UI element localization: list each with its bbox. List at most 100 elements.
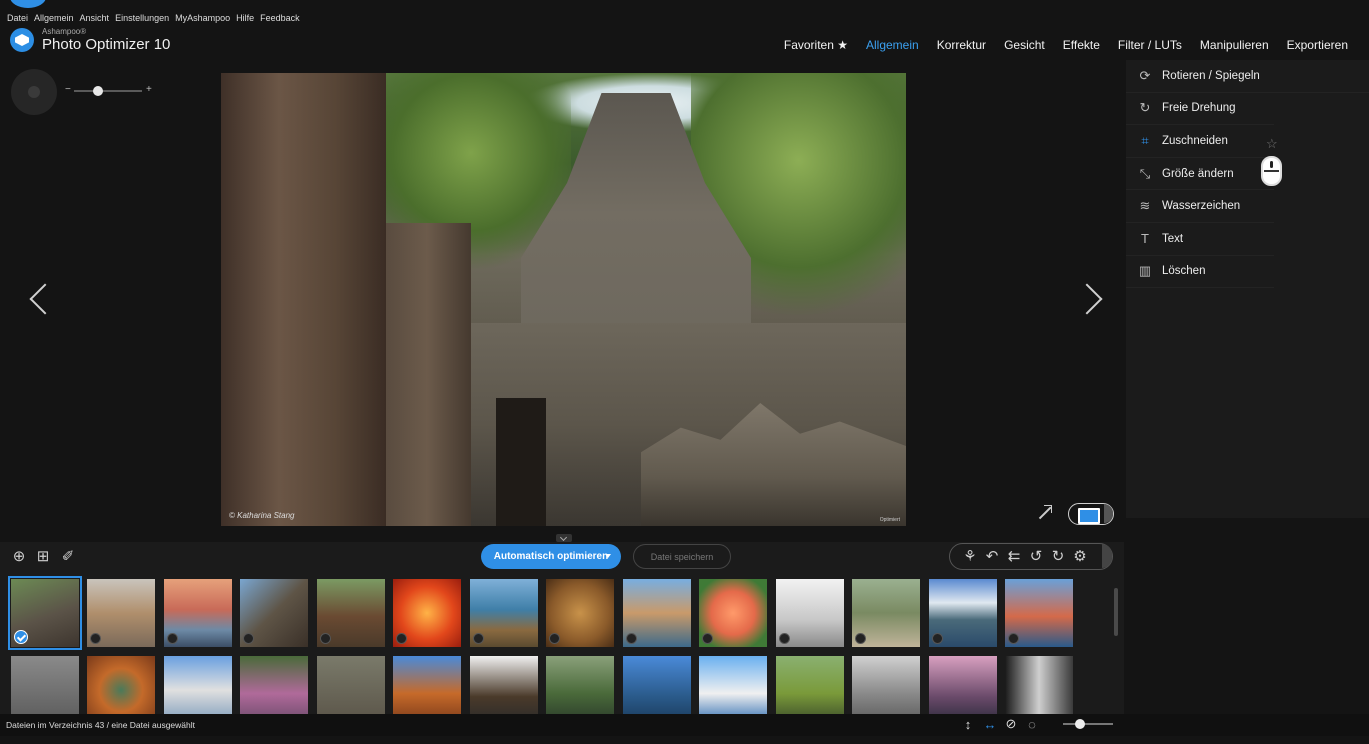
collapse-chevron-icon[interactable] [556, 534, 572, 542]
menu-feedback[interactable]: Feedback [260, 13, 300, 23]
menu-ansicht[interactable]: Ansicht [80, 13, 110, 23]
sidepanel-item-resize[interactable]: ⤡ Größe ändern [1126, 158, 1274, 191]
resize-icon: ⤡ [1139, 165, 1151, 181]
rotate-left-icon[interactable]: ↺ [1026, 546, 1046, 566]
select-circle-icon[interactable] [779, 633, 790, 644]
tab-gesicht[interactable]: Gesicht [1004, 38, 1045, 52]
select-circle-icon[interactable] [549, 633, 560, 644]
select-all-icon[interactable]: ⊘ [1003, 716, 1019, 732]
sidepanel-item-rotate-flip[interactable]: ⟳ Rotieren / Spiegeln [1126, 60, 1369, 93]
favorite-star-icon[interactable]: ☆ [1266, 136, 1278, 152]
zoom-in-icon[interactable]: + [146, 84, 152, 95]
tab-favoriten[interactable]: Favoriten ★ [784, 38, 848, 52]
thumbnail-strip [0, 572, 1124, 724]
thumbnail[interactable] [699, 579, 767, 647]
add-file-icon[interactable]: ⊕ [9, 546, 29, 566]
menu-bar: Datei Allgemein Ansicht Einstellungen My… [0, 10, 1369, 26]
tab-effekte[interactable]: Effekte [1063, 38, 1100, 52]
rotate-flip-icon: ⟳ [1139, 67, 1151, 83]
menu-allgemein[interactable]: Allgemein [34, 13, 74, 23]
thumbnail-size-knob[interactable] [1075, 719, 1085, 729]
magic-wand-icon[interactable]: ⚘ [960, 546, 980, 566]
delete-icon: ▥ [1138, 263, 1152, 279]
select-circle-icon[interactable] [702, 633, 713, 644]
horizontal-layout-icon[interactable]: ↔ [982, 716, 998, 732]
thumbnail[interactable] [470, 579, 538, 647]
menu-hilfe[interactable]: Hilfe [236, 13, 254, 23]
top-corner-decoration [10, 0, 46, 8]
zoom-out-icon[interactable]: − [65, 84, 71, 95]
undo-all-icon[interactable]: ⇇ [1004, 546, 1024, 566]
next-image-arrow-icon[interactable] [1082, 280, 1102, 316]
select-circle-icon[interactable] [473, 633, 484, 644]
brand-name: Ashampoo® [42, 27, 87, 36]
select-circle-icon[interactable] [1008, 633, 1019, 644]
brush-icon[interactable]: ✐ [58, 546, 78, 566]
thumbnail[interactable] [1005, 579, 1073, 647]
select-circle-icon[interactable] [167, 633, 178, 644]
thumbnail[interactable] [929, 579, 997, 647]
save-file-button[interactable]: Datei speichern [633, 544, 731, 569]
menu-einstellungen[interactable]: Einstellungen [115, 13, 169, 23]
rotate-right-icon[interactable]: ↻ [1048, 546, 1068, 566]
thumbnail[interactable] [852, 579, 920, 647]
previous-image-arrow-icon[interactable] [26, 280, 46, 316]
sidepanel-item-label: Größe ändern [1162, 167, 1234, 180]
thumbnail[interactable] [546, 579, 614, 647]
thumbnail[interactable] [317, 579, 385, 647]
settings-gear-icon[interactable]: ⚙ [1070, 546, 1090, 566]
sidepanel-item-text[interactable]: T Text [1126, 223, 1274, 256]
tab-allgemein[interactable]: Allgemein [866, 38, 919, 52]
zoom-slider-track[interactable] [74, 90, 142, 92]
undo-icon[interactable]: ↶ [982, 546, 1002, 566]
tab-filter-luts[interactable]: Filter / LUTs [1118, 38, 1182, 52]
tab-exportieren[interactable]: Exportieren [1287, 38, 1348, 52]
menu-datei[interactable]: Datei [7, 13, 28, 23]
add-folder-icon[interactable]: ⊞ [33, 546, 53, 566]
auto-optimize-button[interactable]: Automatisch optimieren [481, 544, 621, 569]
select-circle-icon[interactable] [396, 633, 407, 644]
vertical-layout-icon[interactable]: ↕ [960, 716, 976, 732]
fullscreen-icon[interactable] [1035, 504, 1053, 522]
select-circle-icon[interactable] [90, 633, 101, 644]
select-circle-icon[interactable] [320, 633, 331, 644]
status-text: Dateien im Verzeichnis 43 / eine Datei a… [6, 720, 195, 730]
thumbnail-size-slider[interactable] [1063, 723, 1113, 725]
thumbnail-scrollbar[interactable] [1114, 588, 1118, 636]
selected-check-icon[interactable] [14, 630, 28, 644]
product-name: Photo Optimizer 10 [42, 36, 171, 53]
menu-myashampoo[interactable]: MyAshampoo [175, 13, 230, 23]
thumbnail[interactable] [87, 579, 155, 647]
main-photo: © Katharina Stang Optimiert [221, 73, 906, 526]
deselect-icon[interactable]: ◌ [1024, 716, 1040, 732]
thumbnail[interactable] [393, 579, 461, 647]
view-mode-toggle[interactable] [1068, 503, 1114, 525]
sidepanel-item-label: Zuschneiden [1162, 134, 1228, 147]
tab-korrektur[interactable]: Korrektur [937, 38, 986, 52]
thumbnail[interactable] [240, 579, 308, 647]
optimized-badge: Optimiert [879, 517, 900, 523]
watermark-icon: ≋ [1139, 198, 1151, 214]
select-circle-icon[interactable] [932, 633, 943, 644]
sidepanel-item-crop[interactable]: ⌗ Zuschneiden [1126, 125, 1274, 158]
thumbnail[interactable] [8, 576, 82, 650]
select-circle-icon[interactable] [243, 633, 254, 644]
zoom-slider-knob[interactable] [93, 86, 103, 96]
status-bar: Dateien im Verzeichnis 43 / eine Datei a… [0, 714, 1369, 736]
thumbnail[interactable] [623, 579, 691, 647]
pan-navigator[interactable] [11, 69, 57, 115]
select-circle-icon[interactable] [626, 633, 637, 644]
sidepanel-item-free-rotate[interactable]: ↻ Freie Drehung [1126, 93, 1274, 126]
mouse-click-icon [1261, 156, 1282, 186]
ashampoo-logo-icon [10, 28, 34, 52]
sidepanel-item-label: Löschen [1162, 265, 1206, 278]
select-circle-icon[interactable] [855, 633, 866, 644]
sidepanel-item-label: Text [1162, 232, 1184, 245]
sidepanel-item-delete[interactable]: ▥ Löschen [1126, 256, 1274, 289]
tab-manipulieren[interactable]: Manipulieren [1200, 38, 1269, 52]
thumbnail[interactable] [776, 579, 844, 647]
auto-optimize-dropdown-icon[interactable] [605, 554, 611, 558]
thumbnail[interactable] [164, 579, 232, 647]
sidepanel-item-watermark[interactable]: ≋ Wasserzeichen [1126, 190, 1274, 223]
photo-credit: © Katharina Stang [229, 511, 295, 520]
